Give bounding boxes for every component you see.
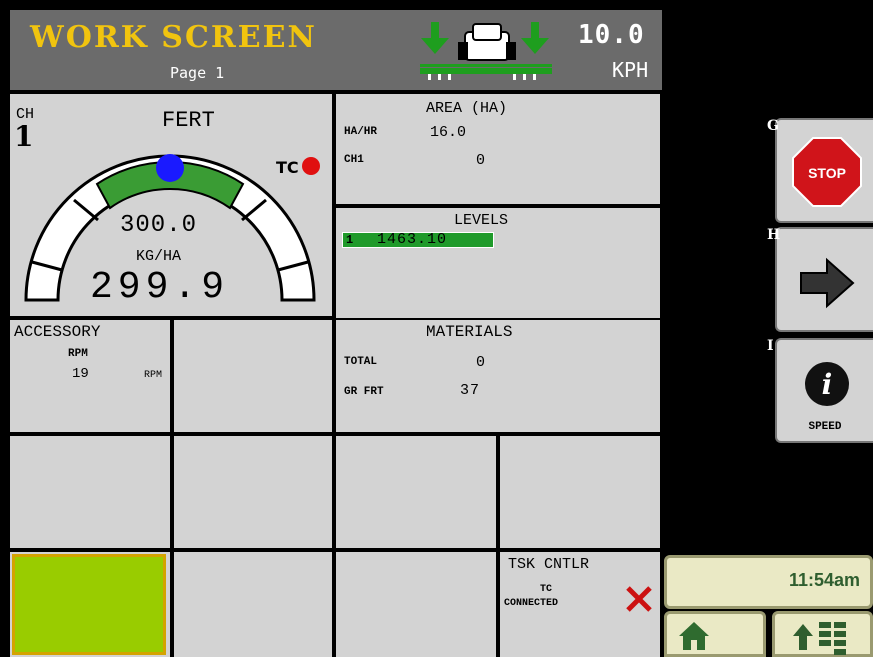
ground-speed-unit: KPH bbox=[612, 58, 649, 82]
page-indicator: Page 1 bbox=[170, 64, 225, 82]
home-icon bbox=[679, 622, 709, 650]
accessory-title: ACCESSORY bbox=[14, 323, 101, 341]
softkey-i-speed-info[interactable]: I i SPEED bbox=[767, 338, 873, 443]
materials-title: MATERIALS bbox=[426, 323, 513, 341]
tc-connection-status: CONNECTED bbox=[504, 598, 559, 609]
accessory-unit: RPM bbox=[144, 370, 163, 381]
softkey-h-next-page[interactable]: H bbox=[767, 227, 873, 332]
home-button[interactable] bbox=[664, 611, 766, 657]
empty-module-cell[interactable] bbox=[174, 552, 332, 657]
product-name: FERT bbox=[162, 108, 215, 133]
tractor-icon bbox=[420, 22, 552, 80]
area-row-label: CH1 bbox=[344, 154, 364, 166]
stop-sign-text: STOP bbox=[808, 165, 846, 181]
screen-title: WORK SCREEN bbox=[30, 20, 317, 55]
empty-module-cell[interactable] bbox=[500, 436, 660, 548]
accessory-panel[interactable]: ACCESSORY RPM 19 RPM bbox=[10, 320, 170, 432]
area-title: AREA (HA) bbox=[426, 100, 508, 117]
empty-module-cell[interactable] bbox=[174, 436, 332, 548]
menu-button[interactable] bbox=[772, 611, 873, 657]
area-row-value: 16.0 bbox=[430, 124, 467, 141]
materials-panel[interactable]: MATERIALS TOTAL 0 GR FRT 37 bbox=[336, 320, 660, 432]
selected-module-cell[interactable] bbox=[10, 552, 170, 657]
softkey-letter: H bbox=[767, 227, 781, 243]
close-x-icon bbox=[626, 586, 652, 612]
clock-panel: 11:54am bbox=[664, 555, 873, 609]
empty-module-cell[interactable] bbox=[336, 552, 496, 657]
accessory-value: 19 bbox=[72, 366, 89, 382]
softkey-letter: G bbox=[767, 118, 779, 134]
rate-unit: KG/HA bbox=[136, 248, 182, 265]
clock-time: 11:54am bbox=[788, 570, 860, 590]
task-controller-title: TSK CNTLR bbox=[508, 556, 590, 573]
empty-module-cell[interactable] bbox=[336, 436, 496, 548]
tc-status-line: TC bbox=[540, 584, 553, 595]
rate-gauge-panel[interactable]: CH 1 FERT TC 300.0 KG/HA 299.9 bbox=[10, 94, 332, 316]
materials-row-label: TOTAL bbox=[344, 356, 378, 368]
levels-entry-index: 1 bbox=[346, 233, 354, 247]
empty-module-cell[interactable] bbox=[174, 320, 332, 432]
levels-panel[interactable]: LEVELS 1 1463.10 bbox=[336, 208, 660, 318]
levels-title: LEVELS bbox=[454, 212, 509, 229]
stop-sign-icon: STOP bbox=[792, 137, 862, 207]
actual-rate-value: 299.9 bbox=[90, 266, 230, 309]
softkey-label: SPEED bbox=[808, 421, 842, 433]
target-rate-value: 300.0 bbox=[120, 212, 198, 239]
materials-row-value: 37 bbox=[460, 382, 481, 399]
empty-module-cell[interactable] bbox=[10, 436, 170, 548]
area-row-label: HA/HR bbox=[344, 126, 378, 138]
up-arrow-menu-icon bbox=[793, 622, 846, 655]
accessory-label: RPM bbox=[68, 348, 88, 360]
right-arrow-icon bbox=[800, 257, 855, 309]
ground-speed-value: 10.0 bbox=[578, 20, 645, 50]
info-icon: i bbox=[805, 362, 849, 406]
levels-entry-highlight[interactable]: 1 1463.10 bbox=[342, 231, 494, 248]
area-row-value: 0 bbox=[476, 152, 486, 169]
levels-entry-value: 1463.10 bbox=[377, 231, 448, 248]
task-controller-panel[interactable]: TSK CNTLR TC CONNECTED bbox=[500, 552, 660, 657]
softkey-letter: I bbox=[767, 338, 774, 354]
info-glyph: i bbox=[822, 368, 833, 401]
softkey-g-stop[interactable]: G STOP bbox=[767, 118, 873, 223]
gauge-needle bbox=[156, 154, 184, 182]
materials-row-value: 0 bbox=[476, 354, 486, 371]
selection-highlight bbox=[12, 554, 166, 655]
materials-row-label: GR FRT bbox=[344, 386, 384, 398]
area-panel[interactable]: AREA (HA) HA/HR 16.0 CH1 0 bbox=[336, 94, 660, 204]
